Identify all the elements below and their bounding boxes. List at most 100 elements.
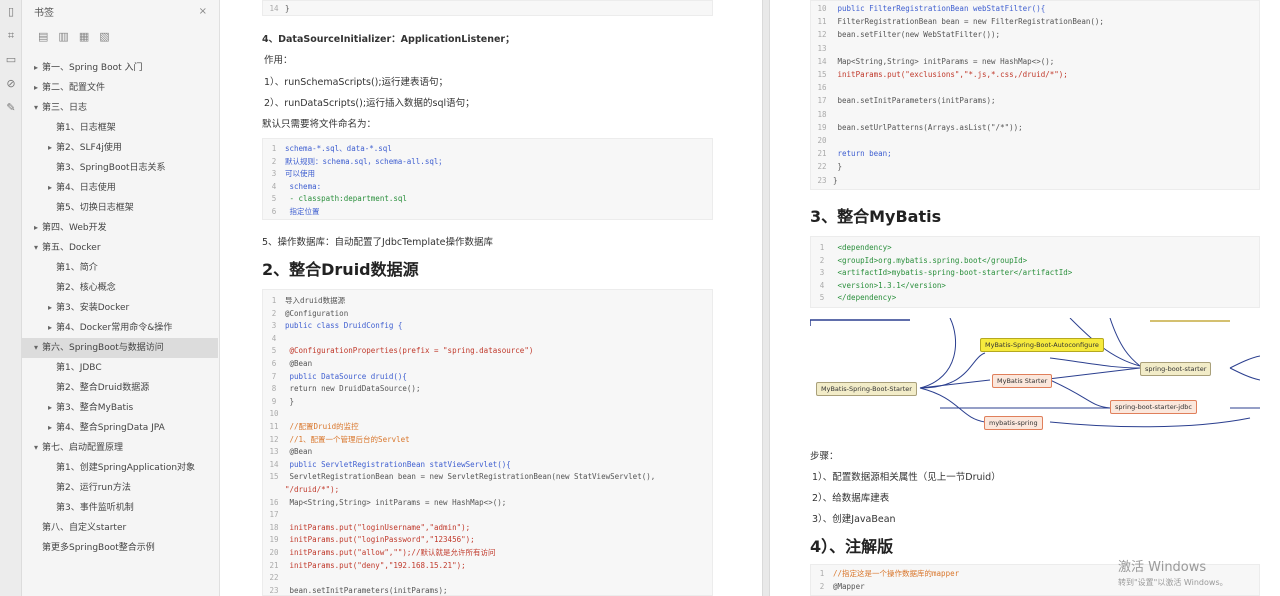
bookmark-item-label: 第3、事件监听机制 — [56, 503, 134, 513]
line-number: 5 — [271, 194, 277, 203]
line-number: 12 — [269, 434, 279, 444]
expand-all-icon[interactable]: ▤ — [38, 30, 48, 43]
bookmark-item[interactable]: 第3、SpringBoot日志关系 — [22, 158, 218, 178]
signature-icon[interactable]: ✎ — [0, 96, 22, 120]
bookmark-item[interactable]: ▾ 第五、Docker — [22, 238, 218, 258]
line-number: 1 — [819, 243, 825, 252]
line-number: 21 — [817, 149, 827, 159]
bookmark-item[interactable]: ▾ 第七、启动配置原理 — [22, 438, 218, 458]
line-number: 4 — [271, 333, 277, 343]
watermark-line-2: 转到"设置"以激活 Windows。 — [1118, 578, 1228, 587]
bookmark-item[interactable]: 第更多SpringBoot整合示例 — [22, 538, 218, 558]
line-number: 16 — [269, 497, 279, 507]
code-text: return new DruidDataSource(); — [285, 384, 421, 394]
code-text: Map<String,String> initParams = new Hash… — [285, 497, 507, 507]
bookmark-item[interactable]: ▸ 第4、整合SpringData JPA — [22, 418, 218, 438]
code-text: public DataSource druid(){ — [285, 371, 407, 381]
code-text: ServletRegistrationBean bean = new Servl… — [285, 472, 656, 482]
bookmark-item[interactable]: ▸ 第3、安装Docker — [22, 298, 218, 318]
code-line: 14} — [269, 4, 290, 13]
bookmark-item[interactable]: 第1、日志框架 — [22, 118, 218, 138]
close-panel-icon[interactable]: × — [199, 6, 207, 17]
bookmark-icon[interactable]: ⌗ — [0, 24, 22, 48]
line-number: 14 — [269, 459, 279, 469]
bookmark-item[interactable]: ▾ 第六、SpringBoot与数据访问 — [22, 338, 218, 358]
code-text: } — [833, 175, 838, 185]
bookmark-item[interactable]: ▾ 第三、日志 — [22, 98, 218, 118]
line-number: 1 — [271, 144, 277, 153]
bookmark-item-label: 第4、整合SpringData JPA — [56, 423, 165, 433]
chevron-icon[interactable]: ▸ — [34, 58, 42, 78]
code-line: 4 — [263, 333, 285, 345]
bookmark-item[interactable]: 第2、核心概念 — [22, 278, 218, 298]
code-line: 13 — [811, 43, 833, 55]
steps-title: 步骤： — [810, 451, 839, 462]
line-number: 5 — [271, 346, 277, 356]
chevron-icon[interactable]: ▸ — [48, 138, 56, 158]
line-number: 4 — [271, 181, 277, 191]
bookmark-item[interactable]: 第1、简介 — [22, 258, 218, 278]
add-bookmark-icon[interactable]: ▦ — [79, 30, 89, 43]
code-text: public class DruidConfig { — [285, 321, 403, 331]
bookmark-item[interactable]: ▸ 第3、整合MyBatis — [22, 398, 218, 418]
bookmark-item[interactable]: 第八、自定义starter — [22, 518, 218, 538]
chevron-icon[interactable]: ▸ — [48, 418, 56, 438]
chevron-icon[interactable]: ▸ — [48, 398, 56, 418]
code-line: 5 @ConfigurationProperties(prefix = "spr… — [263, 345, 534, 357]
code-line: 6 @Bean — [263, 358, 312, 370]
chevron-icon[interactable]: ▸ — [34, 218, 42, 238]
code-line: 11 FilterRegistrationBean bean = new Fil… — [811, 16, 1103, 28]
page-gutter — [762, 0, 770, 596]
chevron-icon[interactable]: ▸ — [34, 78, 42, 98]
chevron-icon[interactable]: ▾ — [34, 438, 42, 458]
default-naming-text: 默认只需要将文件命名为： — [262, 119, 377, 130]
code-line: 11 //配置Druid的监控 — [263, 421, 358, 433]
line-number: 1 — [271, 296, 277, 305]
line-number: 3 — [271, 169, 277, 178]
role-item-2: 2）、runDataScripts();运行插入数据的sql语句； — [264, 98, 475, 109]
code-text: <version>1.3.1</version> — [833, 280, 946, 290]
step-1: 1）、配置数据源相关属性（见上一节Druid） — [812, 472, 1001, 483]
line-number: 6 — [271, 359, 277, 368]
bookmark-item[interactable]: ▸ 第4、日志使用 — [22, 178, 218, 198]
bookmark-item-label: 第2、整合Druid数据源 — [56, 383, 150, 393]
collapse-all-icon[interactable]: ▥ — [58, 30, 68, 43]
bookmark-item[interactable]: ▸ 第二、配置文件 — [22, 78, 218, 98]
attachment-icon[interactable]: ⊘ — [0, 72, 22, 96]
bookmark-item[interactable]: ▸ 第四、Web开发 — [22, 218, 218, 238]
chevron-icon[interactable]: ▸ — [48, 298, 56, 318]
bookmark-item-label: 第5、切换日志框架 — [56, 203, 134, 213]
bookmark-item[interactable]: 第1、创建SpringApplication对象 — [22, 458, 218, 478]
bookmark-item[interactable]: ▸ 第4、Docker常用命令&操作 — [22, 318, 218, 338]
book-icon[interactable]: ▯ — [0, 0, 22, 24]
code-line: 2 默认规则：schema.sql，schema-all.sql； — [263, 156, 446, 168]
bookmark-item[interactable]: 第2、整合Druid数据源 — [22, 378, 218, 398]
chevron-icon[interactable]: ▸ — [48, 318, 56, 338]
code-line: 1 <dependency> — [811, 242, 892, 254]
comment-icon[interactable]: ▭ — [0, 48, 22, 72]
code-line: 4 schema: — [263, 181, 321, 193]
code-line: 18 initParams.put("loginUsername","admin… — [263, 522, 470, 534]
line-number: 9 — [271, 396, 277, 406]
chevron-icon[interactable]: ▾ — [34, 238, 42, 258]
bookmark-item[interactable]: 第3、事件监听机制 — [22, 498, 218, 518]
bookmark-item[interactable]: 第2、运行run方法 — [22, 478, 218, 498]
code-text: bean.setUrlPatterns(Arrays.asList("/*"))… — [833, 122, 1023, 132]
bookmark-item[interactable]: 第5、切换日志框架 — [22, 198, 218, 218]
code-text: initParams.put("allow","");//默认就是允许所有访问 — [285, 548, 496, 557]
chevron-icon[interactable]: ▾ — [34, 338, 42, 358]
line-number: 8 — [271, 384, 277, 394]
bookmark-item[interactable]: ▸ 第一、Spring Boot 入门 — [22, 58, 218, 78]
bookmark-item-label: 第六、SpringBoot与数据访问 — [42, 343, 164, 353]
bookmark-item[interactable]: 第1、JDBC — [22, 358, 218, 378]
bookmark-item[interactable]: ▸ 第2、SLF4j使用 — [22, 138, 218, 158]
delete-bookmark-icon[interactable]: ▧ — [99, 30, 109, 43]
code-line: 17 — [263, 509, 285, 521]
code-text: @Bean — [285, 359, 313, 368]
code-text: <groupId>org.mybatis.spring.boot</groupI… — [833, 255, 1028, 265]
chevron-icon[interactable]: ▾ — [34, 98, 42, 118]
chevron-icon[interactable]: ▸ — [48, 178, 56, 198]
code-line: 16 Map<String,String> initParams = new H… — [263, 497, 506, 509]
code-text: @Configuration — [285, 308, 349, 318]
bookmark-item-label: 第4、日志使用 — [56, 183, 116, 193]
